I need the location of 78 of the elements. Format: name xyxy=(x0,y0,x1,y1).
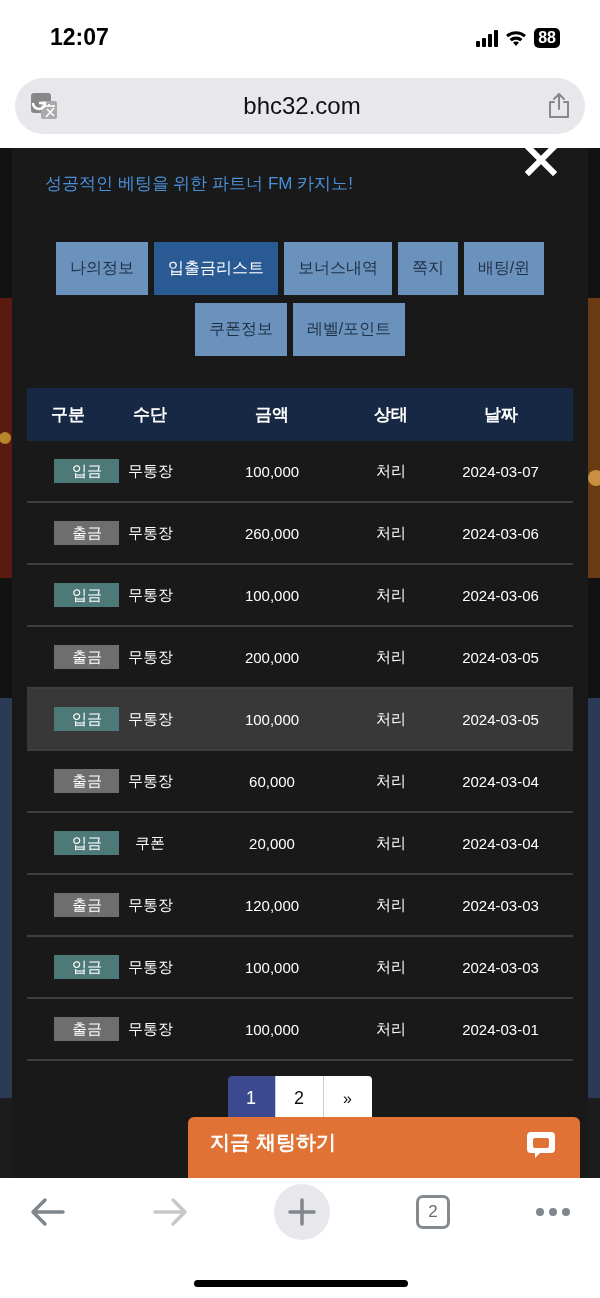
tab[interactable]: 배팅/윈 xyxy=(463,242,545,295)
table-cell-text: 2024-03-06 xyxy=(461,586,540,604)
table-cell-text: 처리 xyxy=(374,461,407,481)
tab[interactable]: 쿠폰정보 xyxy=(194,303,287,356)
table-cell-text: 2024-03-05 xyxy=(461,710,540,728)
table-cell-text: 처리 xyxy=(374,523,407,543)
plus-icon xyxy=(288,1198,316,1226)
table-cell-text: 처리 xyxy=(374,771,407,791)
url-text: bhc32.com xyxy=(243,92,361,120)
new-tab-button[interactable] xyxy=(274,1184,330,1240)
table-cell-text: 100,000 xyxy=(243,1020,301,1038)
table-cell-text: 처리 xyxy=(374,585,407,605)
type-tag: 출금 xyxy=(54,769,119,793)
tab[interactable]: 보너스내역 xyxy=(283,242,392,295)
more-icon[interactable] xyxy=(536,1208,570,1216)
table-cell-text: 처리 xyxy=(374,647,407,667)
type-tag: 출금 xyxy=(54,521,119,545)
close-icon[interactable] xyxy=(525,148,557,176)
subtitle: 성공적인 베팅을 위한 파트너 FM 카지노! xyxy=(45,173,353,195)
table-cell-text: 2024-03-05 xyxy=(461,648,540,666)
signal-icon xyxy=(476,28,499,47)
table-cell-text: 60,000 xyxy=(248,772,296,790)
chat-bubble-icon xyxy=(524,1129,558,1161)
address-bar[interactable]: bhc32.com xyxy=(15,78,585,134)
table-cell-text: 2024-03-04 xyxy=(461,834,540,852)
table-cell-text: 200,000 xyxy=(243,648,301,666)
table-cell-text: 무통장 xyxy=(126,1019,174,1039)
type-tag: 출금 xyxy=(54,893,119,917)
table-cell-text: 무통장 xyxy=(126,523,174,543)
type-tag: 입금 xyxy=(54,707,119,731)
table-cell-text: 2024-03-07 xyxy=(461,462,540,480)
table-cell-text: 쿠폰 xyxy=(134,833,166,853)
type-tag: 입금 xyxy=(54,583,119,607)
table-cell-text: 처리 xyxy=(374,1019,407,1039)
type-tag: 출금 xyxy=(54,645,119,669)
tab-count-button[interactable]: 2 xyxy=(416,1195,450,1229)
clock: 12:07 xyxy=(50,24,109,51)
tab[interactable]: 입출금리스트 xyxy=(153,242,278,295)
table-cell-text: 100,000 xyxy=(243,462,301,480)
column-header: 수단 xyxy=(132,404,168,426)
column-header: 날짜 xyxy=(482,404,519,426)
table-cell-text: 120,000 xyxy=(243,896,301,914)
back-arrow-icon[interactable] xyxy=(30,1197,66,1227)
column-header: 구분 xyxy=(50,404,86,426)
table-cell-text: 2024-03-03 xyxy=(461,896,540,914)
table-cell-text: 처리 xyxy=(374,895,407,915)
tab[interactable]: 쪽지 xyxy=(397,242,458,295)
table-cell-text: 20,000 xyxy=(248,834,296,852)
table-cell-text: 2024-03-01 xyxy=(461,1020,540,1038)
table-cell-text: 처리 xyxy=(374,957,407,977)
table-cell-text: 무통장 xyxy=(126,709,174,729)
column-header: 금액 xyxy=(254,404,290,426)
type-tag: 출금 xyxy=(54,1017,119,1041)
column-header: 상태 xyxy=(372,404,409,426)
table-cell-text: 처리 xyxy=(374,709,407,729)
tab[interactable]: 레벨/포인트 xyxy=(292,303,406,356)
table-cell-text: 무통장 xyxy=(126,647,174,667)
table-cell-text: 2024-03-03 xyxy=(461,958,540,976)
chat-button[interactable]: 지금 채팅하기 xyxy=(188,1117,580,1178)
table-cell-text: 처리 xyxy=(374,833,407,853)
battery-level: 88 xyxy=(534,27,560,48)
table-cell-text: 무통장 xyxy=(126,461,174,481)
table-cell-text: 무통장 xyxy=(126,957,174,977)
type-tag: 입금 xyxy=(54,955,119,979)
table-cell-text: 100,000 xyxy=(243,710,301,728)
table-cell-text: 260,000 xyxy=(243,524,301,542)
translate-icon[interactable] xyxy=(29,91,59,121)
type-tag: 입금 xyxy=(54,459,119,483)
table-cell-text: 무통장 xyxy=(126,771,174,791)
table-cell-text: 2024-03-06 xyxy=(461,524,540,542)
table-cell-text: 100,000 xyxy=(243,958,301,976)
table-cell-text: 무통장 xyxy=(126,895,174,915)
tab[interactable]: 나의정보 xyxy=(55,242,148,295)
wifi-icon xyxy=(505,28,528,47)
table-cell-text: 2024-03-04 xyxy=(461,772,540,790)
table-cell-text: 무통장 xyxy=(126,585,174,605)
type-tag: 입금 xyxy=(54,831,119,855)
table-cell-text: 100,000 xyxy=(243,586,301,604)
